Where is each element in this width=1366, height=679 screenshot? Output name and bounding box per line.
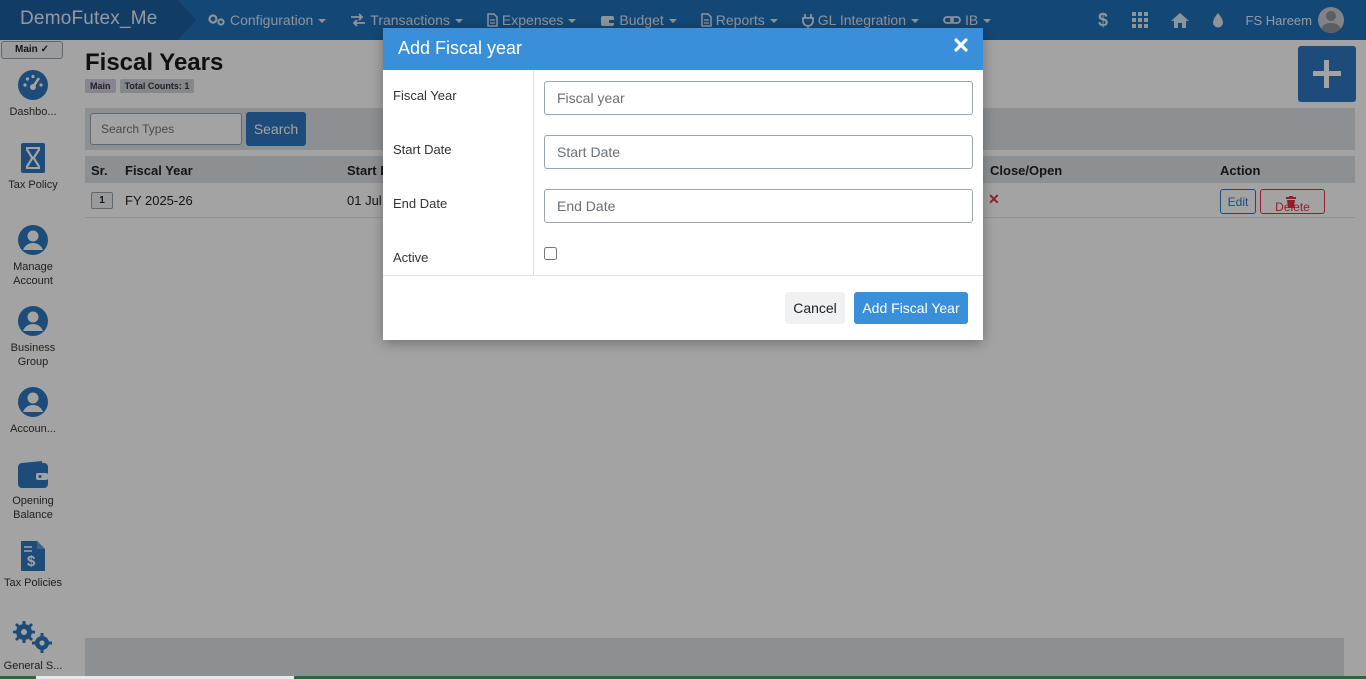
label-column: Fiscal Year Start Date End Date Active	[383, 70, 534, 276]
active-label: Active	[393, 250, 429, 265]
add-fiscal-year-submit-button[interactable]: Add Fiscal Year	[854, 292, 968, 324]
close-icon[interactable]	[953, 37, 969, 53]
modal-title: Add Fiscal year	[398, 38, 523, 58]
modal-footer: Cancel Add Fiscal Year	[383, 275, 983, 340]
fiscal-year-label: Fiscal Year	[393, 88, 457, 103]
end-date-label: End Date	[393, 196, 448, 211]
start-date-input[interactable]	[544, 135, 973, 169]
add-fiscal-year-modal: Add Fiscal year Fiscal Year Start Date E…	[383, 28, 983, 340]
cancel-button[interactable]: Cancel	[785, 292, 845, 324]
modal-body: Fiscal Year Start Date End Date Active	[383, 70, 983, 276]
end-date-input[interactable]	[544, 189, 973, 223]
modal-header: Add Fiscal year	[383, 28, 983, 70]
fiscal-year-input[interactable]	[544, 81, 973, 115]
start-date-label: Start Date	[393, 142, 452, 157]
active-checkbox[interactable]	[544, 247, 557, 260]
